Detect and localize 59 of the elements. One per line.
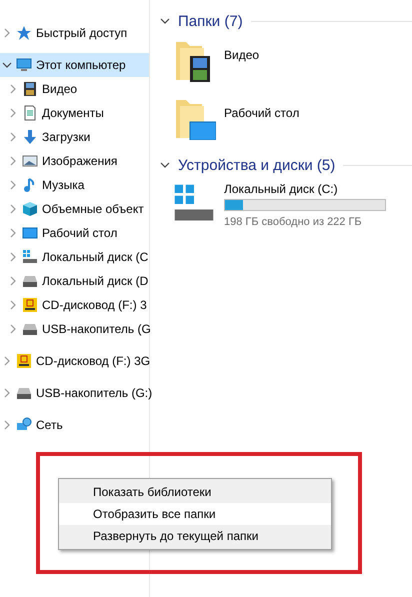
chevron-right-icon[interactable] bbox=[2, 388, 12, 398]
chevron-right-icon[interactable] bbox=[8, 324, 18, 334]
nav-item[interactable]: Видео bbox=[0, 77, 149, 101]
nav-item[interactable]: Музыка bbox=[0, 173, 149, 197]
nav-item[interactable]: Рабочий стол bbox=[0, 221, 149, 245]
nav-item[interactable]: Локальный диск (D bbox=[0, 269, 149, 293]
nav-item[interactable]: Документы bbox=[0, 101, 149, 125]
drive-tile[interactable]: Локальный диск (C:) 198 ГБ свободно из 222 ГБ bbox=[172, 182, 412, 228]
nav-item[interactable]: USB-накопитель (G:) bbox=[0, 381, 149, 405]
folder-name[interactable]: Рабочий стол bbox=[224, 106, 300, 120]
free-space-text: 198 ГБ свободно из 222 ГБ bbox=[224, 216, 363, 228]
nav-item[interactable]: Объемные объект bbox=[0, 197, 149, 221]
chevron-down-icon[interactable] bbox=[160, 160, 170, 170]
drive-icon bbox=[16, 385, 32, 401]
document-icon bbox=[22, 105, 38, 121]
chevron-down-icon[interactable] bbox=[160, 16, 170, 26]
chevron-right-icon[interactable] bbox=[8, 132, 18, 142]
chevron-right-icon[interactable] bbox=[8, 252, 18, 262]
menu-item[interactable]: Развернуть до текущей папки bbox=[59, 525, 331, 547]
nav-item[interactable]: Изображения bbox=[0, 149, 149, 173]
film-icon bbox=[22, 81, 38, 97]
drive-icon bbox=[22, 249, 38, 265]
chevron-right-icon[interactable] bbox=[8, 228, 18, 238]
cube-icon bbox=[22, 201, 38, 217]
network-icon bbox=[16, 417, 32, 433]
nav-item[interactable]: Быстрый доступ bbox=[0, 21, 149, 45]
drive-icon bbox=[22, 273, 38, 289]
drive-name: Локальный диск (C:) bbox=[224, 182, 339, 196]
pin-star-icon bbox=[16, 25, 32, 41]
chevron-right-icon[interactable] bbox=[8, 204, 18, 214]
disc-drive-icon bbox=[16, 353, 32, 369]
chevron-right-icon[interactable] bbox=[8, 300, 18, 310]
disc-drive-icon bbox=[22, 297, 38, 313]
chevron-right-icon[interactable] bbox=[8, 276, 18, 286]
chevron-down-icon[interactable] bbox=[2, 60, 12, 70]
drive-icon bbox=[22, 321, 38, 337]
chevron-right-icon[interactable] bbox=[8, 156, 18, 166]
section-header[interactable]: Папки (7) bbox=[178, 12, 243, 30]
down-arrow-icon bbox=[22, 129, 38, 145]
nav-item[interactable]: Этот компьютер bbox=[0, 53, 149, 77]
nav-item[interactable]: Сеть bbox=[0, 413, 149, 437]
monitor-icon bbox=[16, 57, 32, 73]
image-icon bbox=[22, 153, 38, 169]
section-header[interactable]: Устройства и диски (5) bbox=[178, 156, 336, 174]
nav-item[interactable]: CD-дисковод (F:) 3 bbox=[0, 293, 149, 317]
menu-item[interactable]: Отобразить все папки bbox=[59, 503, 331, 525]
chevron-right-icon[interactable] bbox=[8, 84, 18, 94]
chevron-right-icon[interactable] bbox=[2, 356, 12, 366]
nav-item[interactable]: Загрузки bbox=[0, 125, 149, 149]
chevron-right-icon[interactable] bbox=[2, 28, 12, 38]
chevron-right-icon[interactable] bbox=[8, 180, 18, 190]
desktop-icon bbox=[22, 225, 38, 241]
chevron-right-icon[interactable] bbox=[8, 108, 18, 118]
chevron-right-icon[interactable] bbox=[2, 420, 12, 430]
folder-name[interactable]: Видео bbox=[224, 48, 260, 62]
nav-item[interactable]: CD-дисковод (F:) 3G bbox=[0, 349, 149, 373]
nav-item[interactable]: USB-накопитель (G bbox=[0, 317, 149, 341]
menu-item[interactable]: Показать библиотеки bbox=[59, 481, 331, 503]
nav-item[interactable]: Локальный диск (C bbox=[0, 245, 149, 269]
